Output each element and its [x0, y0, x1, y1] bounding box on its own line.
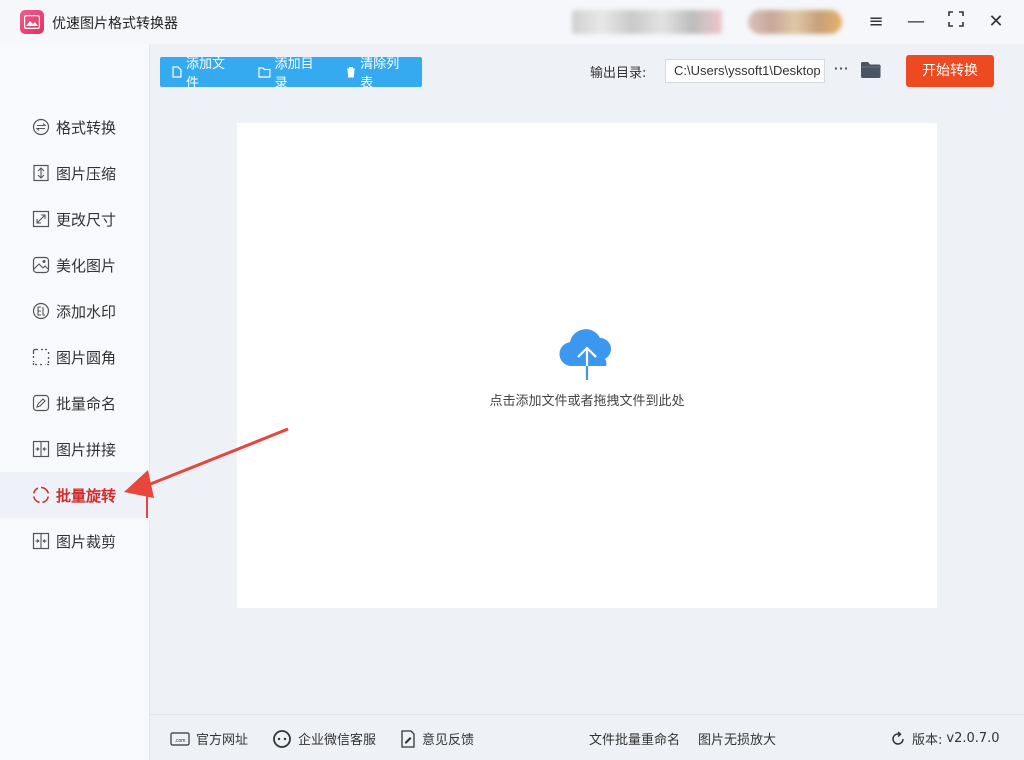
version-check-button[interactable]: 版本: v2.0.7.0: [890, 729, 1000, 748]
add-file-label: 添加文件: [185, 57, 225, 91]
folder-icon: [861, 62, 881, 78]
add-file-button[interactable]: 添加文件: [160, 57, 248, 91]
clear-list-label: 清除列表: [360, 57, 400, 91]
beautify-icon: [32, 256, 50, 274]
sidebar-item-label: 格式转换: [56, 118, 117, 137]
rename-icon: [32, 394, 50, 412]
sidebar-item-label: 图片裁剪: [56, 532, 117, 551]
version-number: v2.0.7.0: [946, 731, 1000, 746]
sidebar: 格式转换 图片压缩 更改尺寸 美化图片 添加水印 图片圆角 批量命名 图片拼接 …: [0, 44, 150, 760]
round-corner-icon: [32, 348, 50, 366]
sidebar-item-label: 批量旋转: [56, 486, 117, 505]
trash-icon: [347, 67, 356, 78]
minimize-button[interactable]: —: [904, 10, 928, 34]
maximize-button[interactable]: [944, 10, 968, 34]
sidebar-item-label: 图片拼接: [56, 440, 117, 459]
sidebar-item-label: 添加水印: [56, 302, 117, 321]
file-icon: [172, 66, 182, 78]
rotate-icon: [32, 486, 50, 504]
add-folder-label: 添加目录: [274, 57, 314, 91]
sidebar-item-round-corner[interactable]: 图片圆角: [0, 334, 150, 380]
clear-list-button[interactable]: 清除列表: [336, 57, 422, 91]
open-folder-button[interactable]: [860, 61, 882, 81]
sidebar-item-compress[interactable]: 图片压缩: [0, 150, 150, 196]
title-bar: 优速图片格式转换器 ≡ — ✕: [0, 0, 1024, 44]
drop-hint-text: 点击添加文件或者拖拽文件到此处: [489, 394, 685, 409]
compress-icon: [33, 164, 49, 182]
menu-button[interactable]: ≡: [864, 10, 888, 34]
close-button[interactable]: ✕: [984, 10, 1008, 34]
sidebar-item-resize[interactable]: 更改尺寸: [0, 196, 150, 242]
output-dir-field[interactable]: C:\Users\yssoft1\Desktop: [665, 59, 825, 83]
feedback-label: 意见反馈: [422, 733, 475, 748]
format-convert-icon: [32, 118, 50, 136]
add-folder-button[interactable]: 添加目录: [248, 57, 337, 91]
sidebar-item-watermark[interactable]: 添加水印: [0, 288, 150, 334]
website-icon: .com: [170, 731, 190, 746]
wechat-support-link[interactable]: 企业微信客服: [272, 729, 376, 748]
maximize-icon: [948, 11, 964, 27]
sidebar-item-label: 图片圆角: [56, 348, 117, 367]
sidebar-item-rename[interactable]: 批量命名: [0, 380, 150, 426]
feedback-icon: [401, 729, 415, 748]
footer-bar: .com 官方网址 企业微信客服 意见反馈 文件批量重命名 图片无损放大 版本:…: [150, 714, 1024, 760]
sidebar-item-crop[interactable]: 图片裁剪: [0, 518, 150, 564]
watermark-icon: [32, 302, 50, 320]
version-label: 版本:: [912, 733, 943, 748]
sidebar-item-label: 美化图片: [56, 256, 117, 275]
browse-more-button[interactable]: ···: [830, 59, 852, 83]
lossless-zoom-link[interactable]: 图片无损放大: [698, 729, 776, 748]
start-convert-button[interactable]: 开始转换: [906, 55, 994, 87]
app-logo-icon: [20, 10, 44, 34]
refresh-icon: [892, 730, 904, 745]
file-toolbar: 添加文件 添加目录 清除列表: [160, 57, 422, 91]
resize-icon: [32, 210, 50, 228]
folder-outline-icon: [258, 66, 271, 78]
app-title: 优速图片格式转换器: [52, 16, 178, 32]
sidebar-item-beautify[interactable]: 美化图片: [0, 242, 150, 288]
user-vip-badge[interactable]: [748, 10, 842, 34]
website-link[interactable]: .com 官方网址: [170, 729, 248, 748]
wechat-support-label: 企业微信客服: [298, 733, 377, 748]
batch-rename-link[interactable]: 文件批量重命名: [589, 729, 680, 748]
feedback-link[interactable]: 意见反馈: [400, 729, 474, 748]
lossless-zoom-label: 图片无损放大: [698, 733, 777, 748]
batch-rename-label: 文件批量重命名: [589, 733, 681, 748]
sidebar-item-rotate[interactable]: 批量旋转: [0, 472, 150, 518]
crop-icon: [32, 532, 50, 550]
file-drop-zone[interactable]: 点击添加文件或者拖拽文件到此处: [237, 123, 937, 608]
sidebar-item-stitch[interactable]: 图片拼接: [0, 426, 150, 472]
sidebar-item-label: 批量命名: [56, 394, 117, 413]
sidebar-item-format-convert[interactable]: 格式转换: [0, 104, 150, 150]
stitch-icon: [32, 440, 50, 458]
website-label: 官方网址: [196, 733, 249, 748]
cloud-upload-icon: [559, 329, 612, 380]
sidebar-item-label: 更改尺寸: [56, 210, 117, 229]
user-account-info[interactable]: [572, 10, 722, 34]
output-dir-label: 输出目录:: [590, 66, 647, 81]
wechat-icon: [273, 729, 291, 748]
svg-text:.com: .com: [175, 738, 186, 744]
sidebar-item-label: 图片压缩: [56, 164, 117, 183]
